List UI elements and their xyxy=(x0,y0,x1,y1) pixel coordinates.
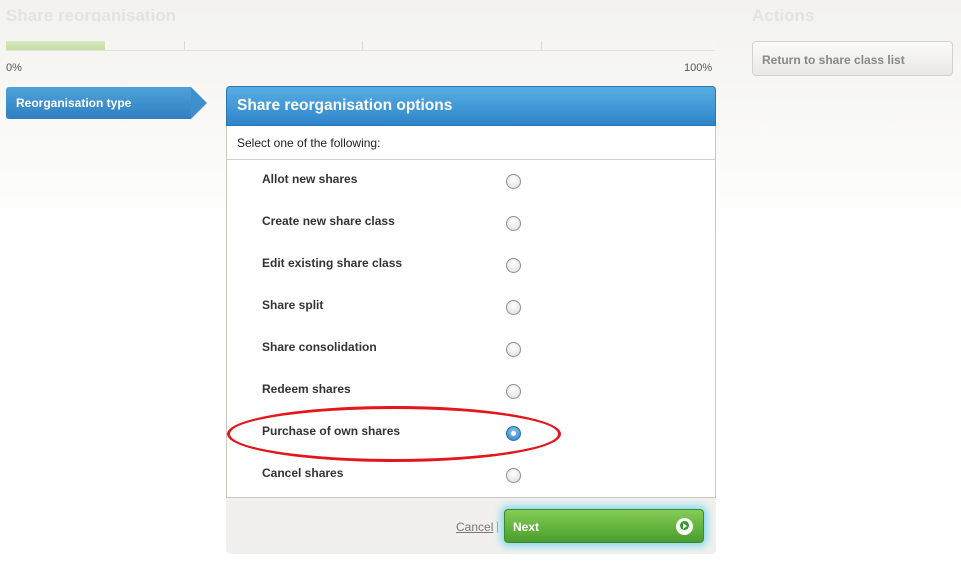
option-radio[interactable] xyxy=(506,216,521,231)
option-row[interactable]: Create new share class xyxy=(227,202,715,244)
arrow-right-icon xyxy=(676,518,693,535)
cancel-link[interactable]: Cancel xyxy=(456,520,493,534)
option-radio[interactable] xyxy=(506,174,521,189)
option-radio[interactable] xyxy=(506,342,521,357)
step-tab-reorganisation-type[interactable]: Reorganisation type xyxy=(6,87,207,119)
option-row[interactable]: Redeem shares xyxy=(227,370,715,412)
option-row[interactable]: Allot new shares xyxy=(227,160,715,202)
option-label: Redeem shares xyxy=(262,382,351,396)
progress-min-label: 0% xyxy=(6,62,22,74)
progress-tick xyxy=(362,41,363,50)
instruction-text: Select one of the following: xyxy=(227,126,715,160)
option-row[interactable]: Edit existing share class xyxy=(227,244,715,286)
option-label: Share split xyxy=(262,298,324,312)
option-label: Edit existing share class xyxy=(262,256,403,270)
option-radio[interactable] xyxy=(506,426,521,441)
option-row[interactable]: Purchase of own shares xyxy=(227,412,715,454)
link-separator: | xyxy=(496,519,500,533)
option-radio[interactable] xyxy=(506,384,521,399)
option-radio[interactable] xyxy=(506,468,521,483)
progress-bar xyxy=(6,41,715,51)
option-label: Share consolidation xyxy=(262,340,377,354)
progress-tick xyxy=(184,41,185,50)
page-heading: Share reorganisation xyxy=(6,6,177,22)
option-row[interactable]: Share consolidation xyxy=(227,328,715,370)
next-button-label: Next xyxy=(513,520,540,534)
option-radio[interactable] xyxy=(506,300,521,315)
option-label: Purchase of own shares xyxy=(262,424,401,438)
option-label: Allot new shares xyxy=(262,172,358,186)
panel-body: Select one of the following: Allot new s… xyxy=(226,126,716,498)
progress-tick xyxy=(541,41,542,50)
progress-max-label: 100% xyxy=(684,62,713,74)
option-radio[interactable] xyxy=(506,258,521,273)
actions-heading: Actions xyxy=(752,6,815,22)
progress-fill xyxy=(6,41,106,50)
return-to-share-class-list-button[interactable]: Return to share class list xyxy=(752,41,953,76)
option-label: Cancel shares xyxy=(262,466,344,480)
next-button[interactable]: Next xyxy=(504,509,704,543)
options-list: Allot new shares Create new share class Ed… xyxy=(227,160,715,496)
option-row[interactable]: Share split xyxy=(227,286,715,328)
option-row[interactable]: Cancel shares xyxy=(227,454,715,496)
options-panel: Share reorganisation options Select one … xyxy=(226,86,716,554)
panel-title: Share reorganisation options xyxy=(226,86,716,126)
option-label: Create new share class xyxy=(262,214,395,228)
